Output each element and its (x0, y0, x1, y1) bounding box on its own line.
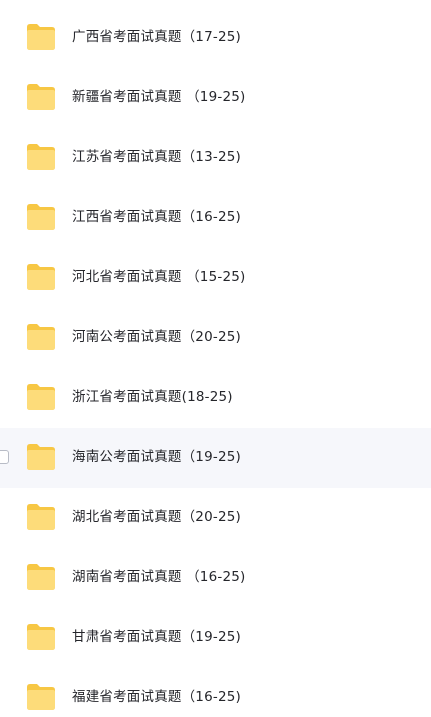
folder-icon (26, 323, 56, 351)
file-name[interactable]: 河南公考面试真题（20-25) (72, 328, 241, 346)
file-name[interactable]: 甘肃省考面试真题（19-25) (72, 628, 241, 646)
file-name[interactable]: 湖南省考面试真题 （16-25) (72, 568, 246, 586)
folder-icon (26, 623, 56, 651)
file-row[interactable]: 福建省考面试真题（16-25) (0, 668, 431, 717)
file-row[interactable]: 广西省考面试真题（17-25) (0, 8, 431, 68)
file-name[interactable]: 浙江省考面试真题(18-25) (72, 388, 233, 406)
file-row[interactable]: 湖南省考面试真题 （16-25) (0, 548, 431, 608)
folder-icon (26, 83, 56, 111)
file-row[interactable]: 甘肃省考面试真题（19-25) (0, 608, 431, 668)
folder-icon (26, 443, 56, 471)
file-name[interactable]: 江西省考面试真题（16-25) (72, 208, 241, 226)
file-name[interactable]: 福建省考面试真题（16-25) (72, 688, 241, 706)
folder-icon (26, 683, 56, 711)
folder-icon (26, 203, 56, 231)
file-name[interactable]: 江苏省考面试真题（13-25) (72, 148, 241, 166)
file-row[interactable]: 新疆省考面试真题 （19-25) (0, 68, 431, 128)
file-name[interactable]: 湖北省考面试真题（20-25) (72, 508, 241, 526)
folder-icon (26, 563, 56, 591)
file-row-hovered[interactable]: 海南公考面试真题（19-25) (0, 428, 431, 488)
file-name[interactable]: 新疆省考面试真题 （19-25) (72, 88, 246, 106)
file-row[interactable]: 浙江省考面试真题(18-25) (0, 368, 431, 428)
file-row[interactable]: 江苏省考面试真题（13-25) (0, 128, 431, 188)
file-row[interactable]: 湖北省考面试真题（20-25) (0, 488, 431, 548)
file-row[interactable]: 河北省考面试真题 （15-25) (0, 248, 431, 308)
file-name[interactable]: 广西省考面试真题（17-25) (72, 28, 241, 46)
file-list: 广西省考面试真题（17-25) 新疆省考面试真题 （19-25) 江苏省考面试真… (0, 0, 431, 717)
folder-icon (26, 23, 56, 51)
folder-icon (26, 263, 56, 291)
file-name[interactable]: 河北省考面试真题 （15-25) (72, 268, 246, 286)
folder-icon (26, 383, 56, 411)
folder-icon (26, 503, 56, 531)
file-row[interactable]: 河南公考面试真题（20-25) (0, 308, 431, 368)
file-row[interactable]: 江西省考面试真题（16-25) (0, 188, 431, 248)
file-name[interactable]: 海南公考面试真题（19-25) (72, 448, 241, 466)
folder-icon (26, 143, 56, 171)
select-checkbox[interactable] (0, 450, 9, 464)
